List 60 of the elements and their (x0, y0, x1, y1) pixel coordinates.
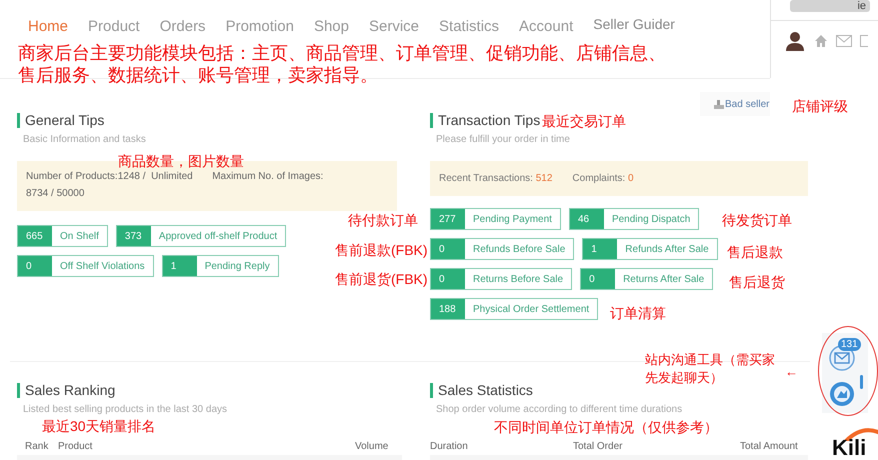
section-title: Sales Ranking (17, 383, 228, 398)
account-field: ie (790, 0, 870, 12)
section-subtitle: Basic Information and tasks (22, 133, 146, 147)
column-header: Total Order (573, 440, 622, 454)
column-header: Product (58, 440, 92, 454)
info-text: Number of Products:1248 / Unlimited Maximum No. of Images: 8734 / 50000 (26, 170, 324, 201)
annotation-text: 最近30天销量排名 (42, 417, 156, 436)
nav-tab[interactable]: Shop (304, 16, 359, 38)
task-link[interactable]: 46 Pending Dispatch (568, 208, 700, 230)
seller-rating: Bad seller (725, 98, 770, 112)
task-link[interactable]: 0 Off Shelf Violations (17, 255, 154, 277)
nav-tab[interactable]: Seller Guider (583, 14, 685, 38)
task-link[interactable]: 665 On Shelf (17, 225, 108, 247)
section-title: Sales Statistics (430, 383, 682, 398)
nav-tab[interactable]: Service (358, 16, 430, 38)
annotation-text: 不同时间单位订单情况（仅供参考） (494, 418, 718, 437)
annotation-text: 售后退货 (729, 273, 785, 292)
column-header: Volume (355, 440, 388, 454)
nav-tab[interactable]: Orders (150, 16, 216, 38)
annotation-text: 订单清算 (610, 304, 666, 323)
annotation-text: 待发货订单 (722, 211, 792, 230)
column-header: Rank (25, 440, 48, 454)
logo: Kili (830, 427, 878, 460)
nav-tab[interactable]: Promotion (216, 16, 304, 38)
section-title: General Tips (17, 113, 146, 128)
annotation-text: 最近交易订单 (542, 112, 626, 131)
unread-badge: 131 (838, 338, 861, 351)
task-link[interactable]: 0 Returns After Sale (580, 268, 714, 290)
annotation-text: ← (785, 363, 798, 381)
home-icon[interactable] (814, 34, 828, 48)
task-link[interactable]: 188 Physical Order Settlement (430, 298, 598, 320)
task-link[interactable]: 277 Pending Payment (430, 208, 561, 230)
column-header: Total Amount (740, 440, 798, 454)
nav-tab[interactable]: Statistics (429, 16, 510, 38)
annotation-text: 商家后台主要功能模块包括：主页、商品管理、订单管理、促销功能、店铺信息、售后服务、数据统计、账号管理，卖家指导。 (18, 42, 667, 86)
annotation-text: 售前退款(FBK) (335, 241, 428, 260)
service-icon[interactable] (829, 381, 855, 407)
rating-icon (714, 99, 724, 109)
task-link[interactable]: 0 Returns Before Sale (430, 268, 572, 290)
annotation-text: 售后退款 (727, 243, 783, 262)
column-header: Duration (430, 440, 468, 454)
annotation-text: 售前退货(FBK) (335, 270, 428, 289)
task-link[interactable]: 1 Pending Reply (162, 255, 279, 277)
annotation-text: 店铺评级 (792, 97, 848, 116)
annotation-text: 待付款订单 (348, 211, 418, 230)
nav-tab[interactable]: Home (18, 16, 78, 38)
scroll-thumb[interactable] (860, 375, 863, 389)
task-link[interactable]: 0 Refunds Before Sale (430, 238, 574, 260)
task-link[interactable]: 1 Refunds After Sale (582, 238, 718, 260)
info-text: Complaints: 0 (572, 172, 634, 186)
annotation-text: 商品数量，图片数量 (118, 152, 244, 171)
user-icon[interactable] (784, 30, 806, 52)
mail-icon[interactable] (836, 35, 852, 47)
section-subtitle: Shop order volume according to different time durations (435, 403, 682, 417)
nav-tab[interactable]: Account (509, 16, 584, 38)
task-link[interactable]: 373 Approved off-shelf Product (116, 225, 286, 247)
section-subtitle: Listed best selling products in the last 30 days (22, 403, 228, 417)
info-text: Recent Transactions: 512 (439, 172, 552, 186)
nav-tab[interactable]: Product (78, 16, 150, 38)
section-subtitle: Please fulfill your order in time (435, 133, 570, 147)
